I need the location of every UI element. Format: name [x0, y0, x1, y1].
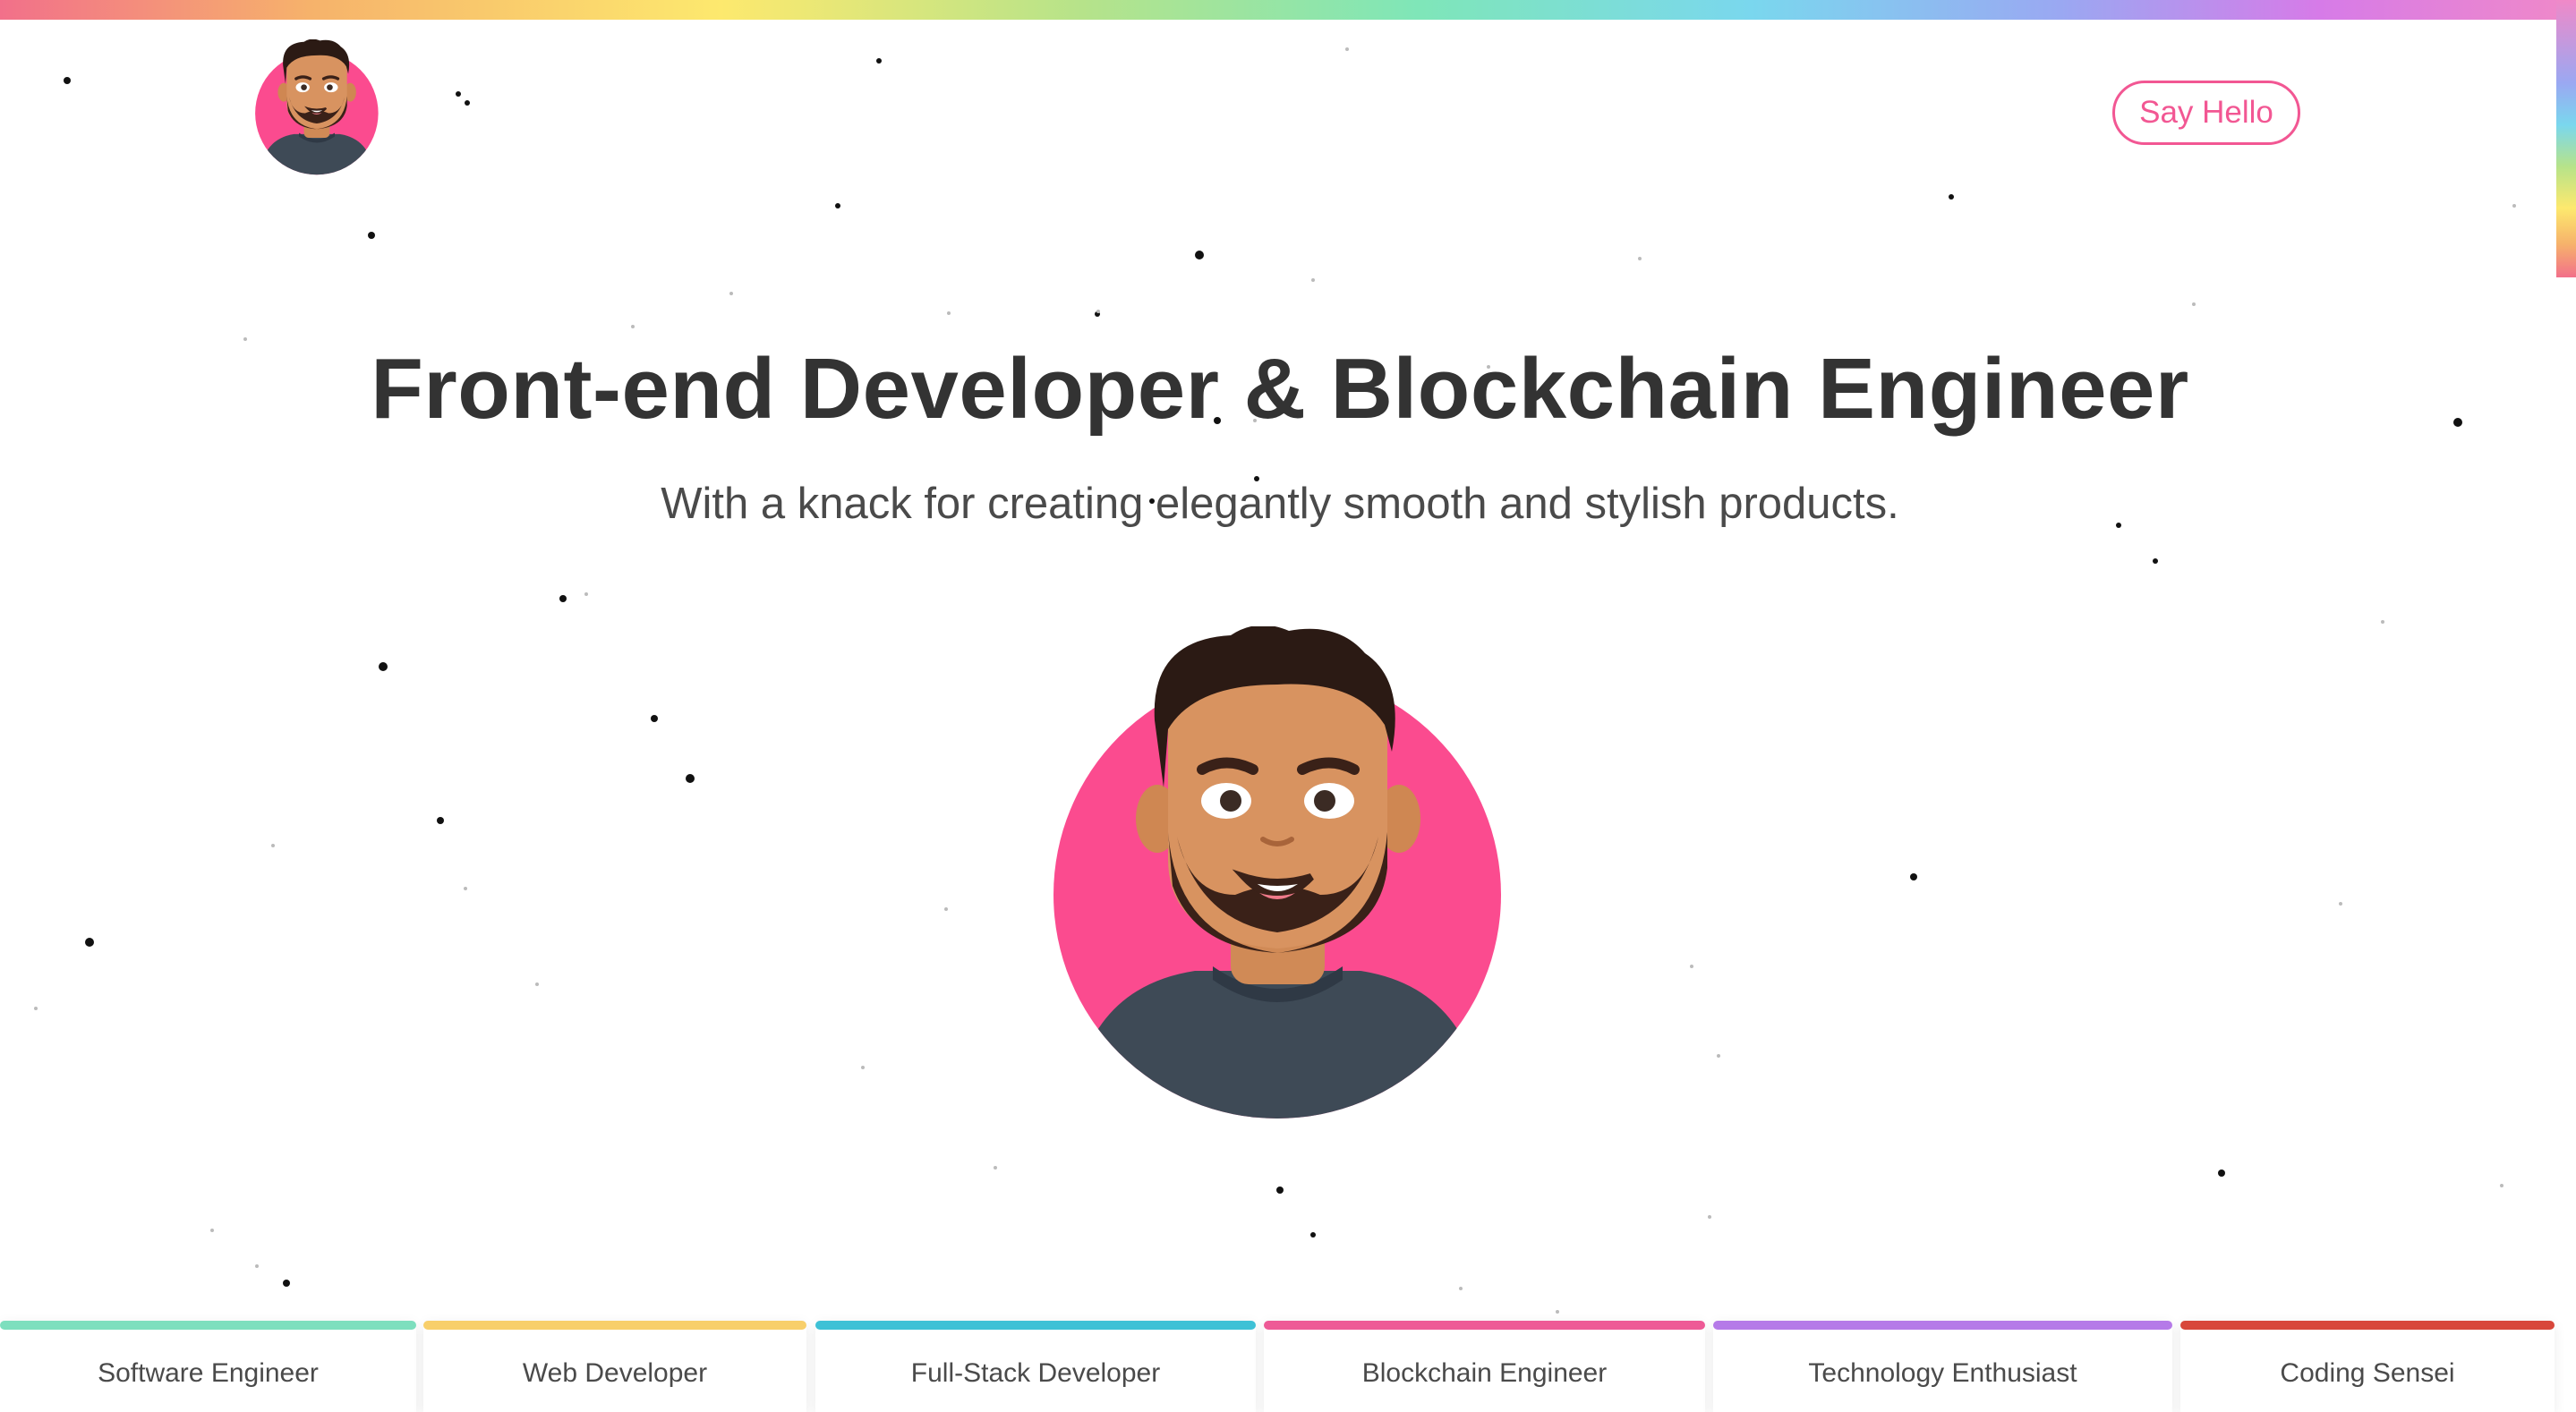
star-dot: [2500, 1184, 2503, 1187]
role-card-coding-sensei: Coding Sensei: [2180, 1321, 2555, 1412]
role-label: Software Engineer: [98, 1358, 319, 1388]
star-dot: [2381, 620, 2384, 624]
star-dot: [876, 58, 882, 64]
star-dot: [2512, 204, 2516, 208]
star-dot: [861, 1066, 865, 1069]
role-label: Blockchain Engineer: [1361, 1358, 1608, 1388]
star-dot: [535, 982, 539, 986]
roles-strip: Software Engineer Web Developer Full-Sta…: [0, 1321, 2576, 1412]
star-dot: [2153, 558, 2158, 564]
star-dot: [1910, 873, 1917, 880]
star-dot: [1690, 965, 1693, 968]
star-dot: [1345, 47, 1349, 51]
role-card-technology-enthusiast: Technology Enthusiast: [1713, 1321, 2172, 1412]
star-dot: [1195, 251, 1204, 259]
role-card-software-engineer: Software Engineer: [0, 1321, 416, 1412]
star-dot: [729, 292, 733, 295]
role-color-bar: [1264, 1321, 1705, 1330]
star-dot: [283, 1280, 290, 1287]
role-color-bar: [423, 1321, 806, 1330]
star-dot: [1311, 278, 1315, 282]
star-dot: [559, 595, 567, 602]
star-dot: [437, 817, 444, 824]
hero-avatar-icon: [1052, 625, 1504, 1127]
rainbow-top-border: [0, 0, 2576, 20]
star-dot: [1095, 311, 1100, 317]
role-color-bar: [1713, 1321, 2172, 1330]
role-card-full-stack-developer: Full-Stack Developer: [815, 1321, 1256, 1412]
role-card-web-developer: Web Developer: [423, 1321, 806, 1412]
star-dot: [1310, 1232, 1316, 1238]
role-color-bar: [2180, 1321, 2555, 1330]
star-dot: [465, 100, 470, 106]
role-card-blockchain-engineer: Blockchain Engineer: [1264, 1321, 1705, 1412]
star-dot: [686, 774, 695, 783]
star-dot: [994, 1166, 997, 1170]
star-dot: [947, 311, 951, 315]
star-dot: [210, 1229, 214, 1232]
role-label: Technology Enthusiast: [1808, 1358, 2077, 1388]
star-dot: [456, 91, 461, 97]
star-dot: [464, 887, 467, 890]
star-dot: [1638, 257, 1642, 260]
star-dot: [2192, 302, 2196, 306]
role-label: Web Developer: [522, 1358, 708, 1388]
star-dot: [368, 232, 375, 239]
logo-avatar-icon[interactable]: [253, 38, 380, 177]
star-dot: [631, 325, 635, 328]
star-dot: [1708, 1215, 1711, 1219]
hero-title: Front-end Developer & Blockchain Enginee…: [371, 341, 2189, 437]
star-dot: [1096, 310, 1100, 313]
star-dot: [1949, 194, 1954, 200]
star-dot: [584, 592, 588, 596]
star-dot: [651, 715, 658, 722]
rainbow-side-border: [2556, 0, 2576, 277]
star-dot: [1459, 1287, 1463, 1290]
star-dot: [34, 1007, 38, 1010]
star-dot: [85, 938, 94, 947]
star-dot: [835, 203, 840, 208]
star-dot: [271, 844, 275, 847]
star-dot: [2339, 902, 2342, 906]
hero-subtitle: With a knack for creating elegantly smoo…: [661, 480, 1899, 528]
star-dot: [255, 1264, 259, 1268]
role-label: Full-Stack Developer: [910, 1358, 1161, 1388]
say-hello-button[interactable]: Say Hello: [2112, 81, 2300, 145]
star-dot: [1717, 1054, 1720, 1058]
star-dot: [944, 907, 948, 911]
star-dot: [1556, 1310, 1559, 1314]
role-color-bar: [0, 1321, 416, 1330]
role-label: Coding Sensei: [2280, 1358, 2455, 1388]
star-dot: [379, 662, 388, 671]
star-dot: [64, 77, 71, 84]
star-dot: [2218, 1170, 2225, 1177]
role-color-bar: [815, 1321, 1256, 1330]
star-dot: [1276, 1187, 1284, 1194]
